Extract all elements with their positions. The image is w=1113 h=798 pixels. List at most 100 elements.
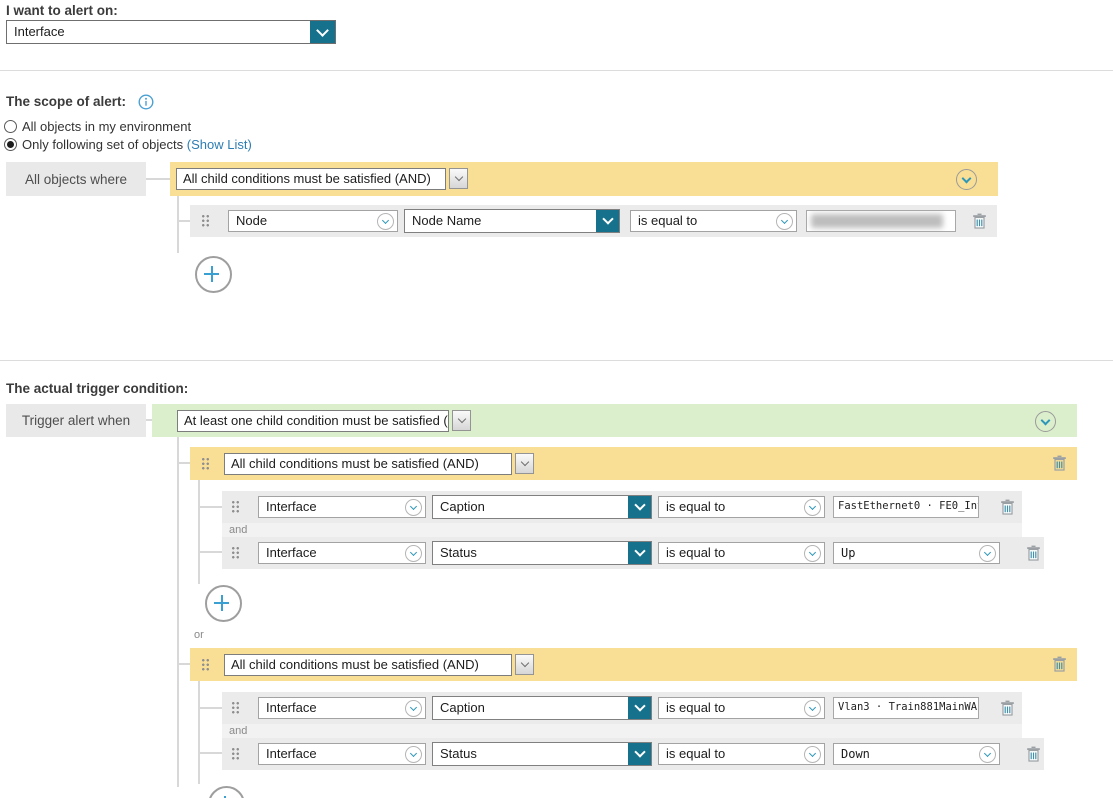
- scope-object-select[interactable]: Node: [228, 210, 398, 232]
- section-divider: [0, 70, 1113, 71]
- scope-operator-select[interactable]: is equal to: [630, 210, 797, 232]
- chevron-down-icon: [776, 213, 793, 230]
- chevron-down-icon[interactable]: [596, 210, 619, 232]
- drag-handle-icon[interactable]: [231, 747, 240, 760]
- drag-handle-icon[interactable]: [231, 500, 240, 513]
- redacted-value: [811, 214, 943, 228]
- g2c2-object-value: Interface: [266, 746, 317, 761]
- radio-all-objects-label: All objects in my environment: [22, 119, 192, 134]
- chevron-down-icon: [804, 499, 821, 516]
- trash-icon[interactable]: [1052, 455, 1067, 471]
- collapse-chevron-icon[interactable]: [956, 169, 977, 190]
- g1c2-value-select[interactable]: Up: [833, 542, 1000, 564]
- chevron-down-icon[interactable]: [628, 496, 651, 518]
- drag-handle-icon[interactable]: [231, 701, 240, 714]
- alert-condition-builder: I want to alert on: Interface The scope …: [0, 0, 1113, 798]
- chevron-down-icon[interactable]: [310, 21, 335, 43]
- chevron-down-icon: [804, 700, 821, 717]
- radio-all-objects[interactable]: [4, 120, 17, 133]
- g2c2-operator-select[interactable]: is equal to: [658, 743, 825, 765]
- connector: [177, 220, 190, 222]
- trash-icon[interactable]: [972, 213, 987, 229]
- connector: [146, 178, 170, 180]
- g1c2-field-value: Status: [440, 545, 477, 560]
- collapse-chevron-icon[interactable]: [1035, 411, 1056, 432]
- connector: [177, 437, 179, 787]
- g2c1-object-select[interactable]: Interface: [258, 697, 426, 719]
- radio-only-following[interactable]: [4, 138, 17, 151]
- scope-group-mode-select[interactable]: All child conditions must be satisfied (…: [176, 168, 446, 190]
- chevron-down-icon[interactable]: [628, 697, 651, 719]
- chevron-down-icon[interactable]: [628, 743, 651, 765]
- scope-field-select[interactable]: Node Name: [404, 209, 620, 233]
- chevron-down-icon: [377, 213, 394, 230]
- g2c2-value-select[interactable]: Down: [833, 743, 1000, 765]
- chevron-down-icon: [979, 746, 996, 763]
- connector: [198, 506, 222, 508]
- alert-on-value: Interface: [14, 24, 65, 39]
- connector: [198, 752, 222, 754]
- g1c2-field-select[interactable]: Status: [432, 541, 652, 565]
- add-condition-button[interactable]: [195, 256, 232, 293]
- g1c1-operator-value: is equal to: [666, 499, 726, 514]
- g1c2-object-value: Interface: [266, 545, 317, 560]
- scope-heading: The scope of alert:: [6, 94, 127, 109]
- trash-icon[interactable]: [1026, 545, 1041, 561]
- g2c2-value: Down: [841, 747, 870, 761]
- g1c1-object-select[interactable]: Interface: [258, 496, 426, 518]
- chevron-down-icon: [804, 545, 821, 562]
- g2c2-field-value: Status: [440, 746, 477, 761]
- g2c1-value-input[interactable]: Vlan3 · Train881MainWA: [833, 697, 979, 719]
- and-joiner-label: and: [222, 724, 1022, 738]
- g1c1-value-input[interactable]: FastEthernet0 · FE0_Inte: [833, 496, 979, 518]
- trash-icon[interactable]: [1000, 700, 1015, 716]
- scope-value-input[interactable]: [806, 210, 956, 232]
- chevron-down-icon: [405, 700, 422, 717]
- trash-icon[interactable]: [1052, 656, 1067, 672]
- g1c1-field-value: Caption: [440, 499, 485, 514]
- g1c2-operator-select[interactable]: is equal to: [658, 542, 825, 564]
- chevron-down-icon[interactable]: [628, 542, 651, 564]
- chevron-down-icon: [405, 746, 422, 763]
- add-condition-button[interactable]: [205, 585, 242, 622]
- chevron-down-icon: [804, 746, 821, 763]
- g1c1-operator-select[interactable]: is equal to: [658, 496, 825, 518]
- group2-mode-select[interactable]: All child conditions must be satisfied (…: [224, 654, 512, 676]
- trash-icon[interactable]: [1026, 746, 1041, 762]
- g1c1-field-select[interactable]: Caption: [432, 495, 652, 519]
- g1c2-value: Up: [841, 546, 856, 560]
- drag-handle-icon[interactable]: [201, 214, 210, 227]
- g1c2-object-select[interactable]: Interface: [258, 542, 426, 564]
- scope-field-value: Node Name: [412, 213, 482, 228]
- connector: [177, 462, 190, 464]
- info-icon[interactable]: [138, 94, 154, 113]
- group1-mode-select[interactable]: All child conditions must be satisfied (…: [224, 453, 512, 475]
- show-list-link[interactable]: (Show List): [187, 137, 252, 152]
- g2c1-object-value: Interface: [266, 700, 317, 715]
- trash-icon[interactable]: [1000, 499, 1015, 515]
- trigger-root-mode-select[interactable]: At least one child condition must be sat…: [177, 410, 449, 432]
- connector: [177, 196, 179, 253]
- g1c1-object-value: Interface: [266, 499, 317, 514]
- g2c2-operator-value: is equal to: [666, 746, 726, 761]
- drag-handle-icon[interactable]: [231, 546, 240, 559]
- connector: [198, 681, 200, 784]
- chevron-down-icon: [405, 499, 422, 516]
- add-condition-button[interactable]: [208, 786, 245, 798]
- or-joiner-label: or: [194, 629, 204, 641]
- g2c1-field-select[interactable]: Caption: [432, 696, 652, 720]
- chevron-down-icon[interactable]: [449, 168, 468, 189]
- chevron-down-icon: [979, 545, 996, 562]
- radio-only-following-text: Only following set of objects: [22, 137, 184, 152]
- g2c1-operator-select[interactable]: is equal to: [658, 697, 825, 719]
- g2c2-field-select[interactable]: Status: [432, 742, 652, 766]
- alert-on-select[interactable]: Interface: [6, 20, 336, 44]
- chevron-down-icon[interactable]: [452, 410, 471, 431]
- trigger-prefix-box: Trigger alert when: [6, 404, 146, 437]
- drag-handle-icon[interactable]: [201, 457, 210, 470]
- chevron-down-icon[interactable]: [515, 453, 534, 474]
- chevron-down-icon[interactable]: [515, 654, 534, 675]
- g2c1-field-value: Caption: [440, 700, 485, 715]
- g2c2-object-select[interactable]: Interface: [258, 743, 426, 765]
- drag-handle-icon[interactable]: [201, 658, 210, 671]
